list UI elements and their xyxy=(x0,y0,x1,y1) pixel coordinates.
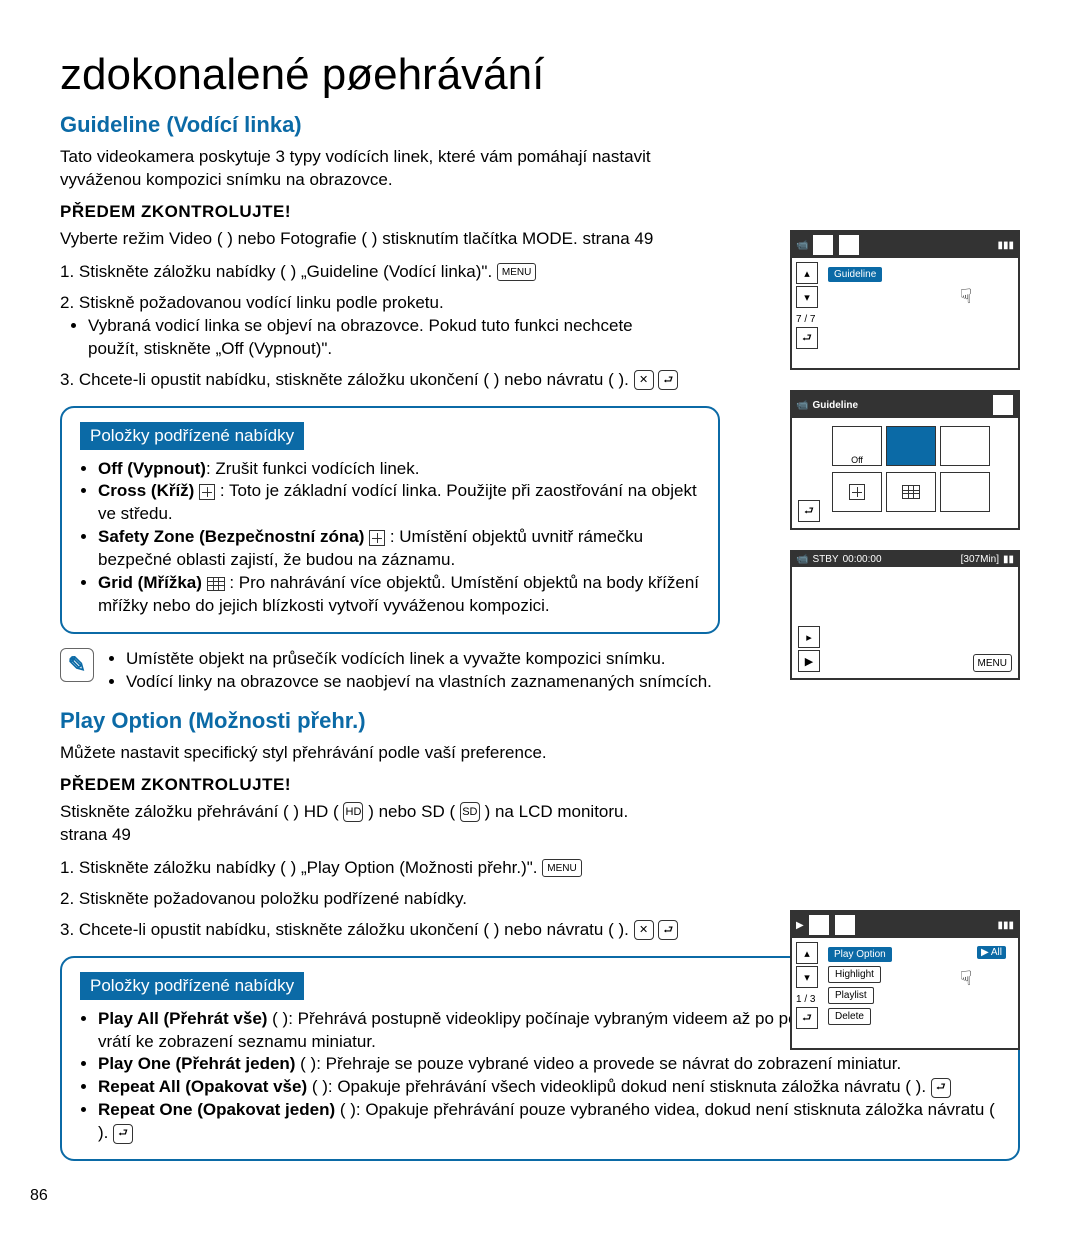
battery-icon: ▮▮ xyxy=(1003,554,1014,565)
page-title: zdokonalené pøehrávání xyxy=(60,50,1020,100)
playback-button[interactable]: ▶ xyxy=(798,650,820,672)
play-button[interactable]: ▸ xyxy=(798,626,820,648)
return-icon: ⮐ xyxy=(658,370,678,390)
return-button[interactable]: ⮐ xyxy=(796,327,818,349)
guideline-heading: Guideline (Vodící linka) xyxy=(60,112,1020,138)
return-icon: ⮐ xyxy=(931,1078,951,1098)
sd-icon: SD xyxy=(460,802,480,822)
lcd2-title: Guideline xyxy=(812,400,858,411)
lcd1-count: 7 / 7 xyxy=(796,314,818,325)
guideline-step-1: 1. Stiskněte záložku nabídky ( ) „Guidel… xyxy=(60,261,680,284)
guideline-callout-title: Položky podřízené nabídky xyxy=(80,422,304,450)
down-button[interactable]: ▾ xyxy=(796,966,818,988)
plus-icon xyxy=(849,484,865,500)
lcd4-item-playlist[interactable]: Playlist xyxy=(828,987,874,1004)
down-button[interactable]: ▾ xyxy=(796,286,818,308)
lcd-screen-3: 📹 STBY 00:00:00 [307Min] ▮▮ ▸ ▶ MENU xyxy=(790,550,1020,680)
battery-icon: ▮▮▮ xyxy=(997,920,1014,931)
lcd4-count: 1 / 3 xyxy=(796,994,818,1005)
lcd4-selected: ▶ All xyxy=(977,946,1006,959)
precheck-label-2: PŘEDEM ZKONTROLUJTE! xyxy=(60,775,1020,795)
return-icon: ⮐ xyxy=(113,1124,133,1144)
lcd1-title[interactable]: Guideline xyxy=(828,267,882,282)
guideline-callout: Položky podřízené nabídky Off (Vypnout):… xyxy=(60,406,720,635)
tip-2: Vodící linky na obrazovce se naobjeví na… xyxy=(126,671,712,694)
lcd3-remain: [307Min] xyxy=(961,554,999,565)
close-icon: ✕ xyxy=(634,920,654,940)
precheck-label-1: PŘEDEM ZKONTROLUJTE! xyxy=(60,202,1020,222)
lcd4-item-highlight[interactable]: Highlight xyxy=(828,966,881,983)
video-mode-icon: 📹 xyxy=(796,554,808,565)
guideline-step-2: 2. Stiskně požadovanou vodící linku podl… xyxy=(60,292,680,361)
playoption-callout-title: Položky podřízené nabídky xyxy=(80,972,304,1000)
hand-pointer-icon: ☟ xyxy=(960,284,972,309)
precheck-text-2: Stiskněte záložku přehrávání ( ) HD ( HD… xyxy=(60,801,680,847)
callout-item-playone: Play One (Přehrát jeden) ( ): Přehraje s… xyxy=(98,1053,1000,1076)
hd-icon: HD xyxy=(343,802,363,822)
lcd4-title[interactable]: Play Option xyxy=(828,947,892,962)
return-icon: ⮐ xyxy=(658,920,678,940)
callout-item-cross: Cross (Kříž) : Toto je základní vodící l… xyxy=(98,480,700,526)
cross-icon xyxy=(199,484,215,500)
menu-tab-icon: ≡ xyxy=(808,914,830,936)
lcd-screen-4: ▶ ≡ ⚙ ▮▮▮ ▴ ▾ 1 / 3 ⮐ Play Option ▶ All … xyxy=(790,910,1020,1050)
option-safety[interactable] xyxy=(940,426,990,466)
close-button[interactable]: ✕ xyxy=(992,394,1014,416)
lcd-screen-2: 📹 Guideline ✕ Off ⮐ xyxy=(790,390,1020,530)
menu-button[interactable]: MENU xyxy=(973,654,1012,672)
playoption-heading: Play Option (Možnosti přehr.) xyxy=(60,708,1020,734)
guideline-sub-1: Vybraná vodicí linka se objeví na obrazo… xyxy=(88,315,680,361)
grid-icon xyxy=(207,577,225,591)
video-mode-icon: 📹 xyxy=(796,400,808,411)
tip-1: Umístěte objekt na průsečík vodících lin… xyxy=(126,648,712,671)
menu-icon: MENU xyxy=(542,859,581,877)
playoption-step-3: 3. Chcete-li opustit nabídku, stiskněte … xyxy=(60,919,680,942)
callout-item-repeatone: Repeat One (Opakovat jeden) ( ): Opakuje… xyxy=(98,1099,1000,1145)
callout-item-repeatall: Repeat All (Opakovat vše) ( ): Opakuje p… xyxy=(98,1076,1000,1099)
hand-pointer-icon: ☟ xyxy=(960,966,972,991)
video-mode-icon: 📹 xyxy=(796,240,808,251)
battery-icon: ▮▮▮ xyxy=(997,240,1014,251)
lcd3-status: STBY xyxy=(812,554,838,565)
option-grid[interactable] xyxy=(832,472,882,512)
menu-tab-icon: ≡ xyxy=(812,234,834,256)
page-number: 86 xyxy=(30,1187,48,1205)
playoption-step-1: 1. Stiskněte záložku nabídky ( ) „Play O… xyxy=(60,857,680,880)
guideline-step-3: 3. Chcete-li opustit nabídku, stiskněte … xyxy=(60,369,680,392)
playback-mode-icon: ▶ xyxy=(796,920,804,931)
lcd-screen-1: 📹 ≡ ⚙ ▮▮▮ ▴ ▾ 7 / 7 ⮐ Guideline ☟ xyxy=(790,230,1020,370)
settings-tab-icon: ⚙ xyxy=(834,914,856,936)
safety-zone-icon xyxy=(369,530,385,546)
option-cross[interactable] xyxy=(886,426,936,466)
lcd3-time: 00:00:00 xyxy=(843,554,882,565)
callout-item-grid: Grid (Mřížka) : Pro nahrávání více objek… xyxy=(98,572,700,618)
option-extra-1[interactable] xyxy=(886,472,936,512)
option-extra-2[interactable] xyxy=(940,472,990,512)
menu-icon: MENU xyxy=(497,263,536,281)
note-icon: ✎ xyxy=(60,648,94,682)
settings-tab-icon: ⚙ xyxy=(838,234,860,256)
callout-item-safety: Safety Zone (Bezpečnostní zóna) : Umístě… xyxy=(98,526,700,572)
up-button[interactable]: ▴ xyxy=(796,262,818,284)
playoption-step-2: 2. Stiskněte požadovanou položku podříze… xyxy=(60,888,680,911)
precheck-text-1: Vyberte režim Video ( ) nebo Fotografie … xyxy=(60,228,680,251)
lcd4-item-delete[interactable]: Delete xyxy=(828,1008,871,1025)
return-button[interactable]: ⮐ xyxy=(796,1007,818,1029)
close-icon: ✕ xyxy=(634,370,654,390)
guideline-intro: Tato videokamera poskytuje 3 typy vodící… xyxy=(60,146,680,192)
playoption-intro: Můžete nastavit specifický styl přehrává… xyxy=(60,742,680,765)
up-button[interactable]: ▴ xyxy=(796,942,818,964)
return-button[interactable]: ⮐ xyxy=(798,500,820,522)
grid-thumb-icon xyxy=(902,485,920,499)
callout-item-off: Off (Vypnout): Zrušit funkci vodících li… xyxy=(98,458,700,481)
option-off[interactable]: Off xyxy=(832,426,882,466)
